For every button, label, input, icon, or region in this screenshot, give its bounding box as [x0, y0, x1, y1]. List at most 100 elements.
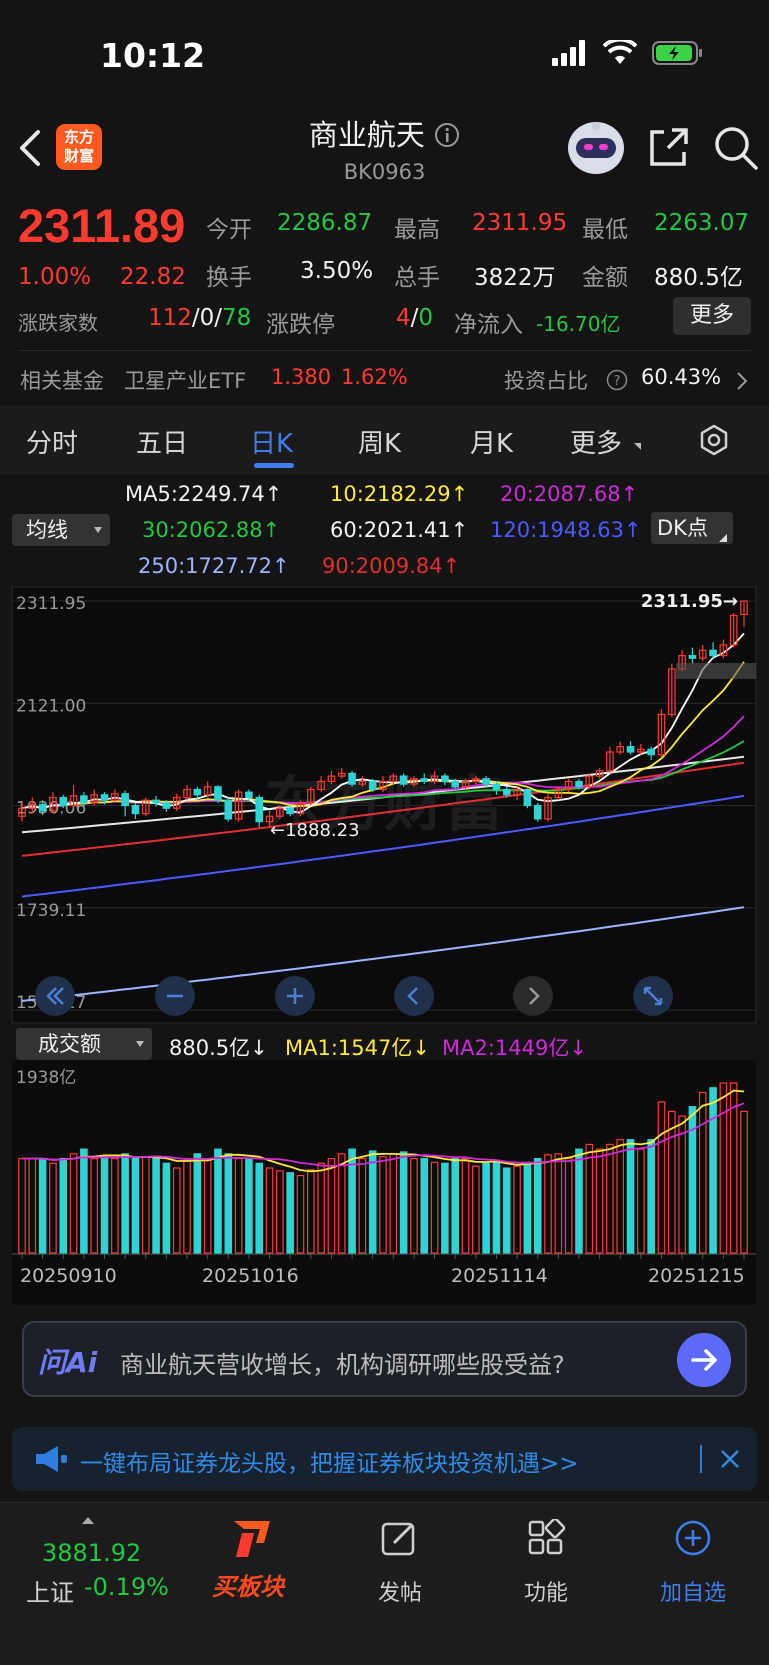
- step-back-icon[interactable]: [393, 975, 435, 1017]
- fund-price: 1.380: [271, 365, 332, 389]
- candle-body: [59, 796, 68, 807]
- volume-bar: [482, 1162, 490, 1254]
- grid-icon: [528, 1519, 565, 1555]
- volume-indicator-dropdown[interactable]: 成交额: [16, 1028, 152, 1060]
- candle-body: [441, 775, 449, 783]
- nav-add-label: 加自选: [659, 1581, 726, 1606]
- buy-sector-button[interactable]: 买板块: [190, 1515, 310, 1625]
- triangle-up-icon: [82, 1517, 94, 1524]
- low-label: 最低: [582, 217, 628, 243]
- nav-post[interactable]: 发帖: [340, 1522, 460, 1607]
- tab-intraday[interactable]: 分时: [26, 423, 78, 460]
- high-label: 最高: [394, 217, 440, 243]
- promo-banner[interactable]: 一键布局证券龙头股，把握证券板块投资机遇>>: [12, 1427, 757, 1491]
- tab-more[interactable]: 更多: [570, 423, 622, 460]
- candle-body: [647, 748, 655, 756]
- fund-pct: 1.62%: [341, 365, 408, 389]
- close-icon[interactable]: [720, 1449, 740, 1469]
- search-icon[interactable]: [714, 126, 758, 170]
- ma-dropdown[interactable]: 均线: [12, 514, 110, 546]
- tab-weekly-k[interactable]: 周K: [358, 423, 401, 460]
- candle-body: [502, 788, 511, 796]
- candle-body: [193, 788, 202, 796]
- chevron-right-icon: [737, 372, 748, 390]
- candle-body: [492, 783, 501, 791]
- signal-icon: [552, 40, 588, 66]
- index-widget[interactable]: 3881.92 上证 -0.19%: [14, 1513, 184, 1623]
- current-price: 2311.89: [18, 199, 186, 252]
- period-tabs: 分时 五日 日K 周K 月K 更多: [0, 405, 769, 475]
- nav-add-watchlist[interactable]: 加自选: [633, 1520, 753, 1607]
- candle-body: [533, 804, 542, 820]
- candle-body: [523, 788, 532, 807]
- ma250-value: 250:1727.72↑: [138, 554, 290, 578]
- volume-bar: [492, 1159, 501, 1254]
- volume-bar: [399, 1151, 408, 1254]
- turnover-value: 3.50%: [300, 258, 374, 284]
- robot-avatar[interactable]: [566, 118, 626, 176]
- tab-monthly-k[interactable]: 月K: [470, 423, 513, 460]
- nav-functions-label: 功能: [523, 1581, 568, 1606]
- settings-icon[interactable]: [697, 423, 731, 457]
- change-value: 22.82: [120, 264, 186, 290]
- fund-name: 卫星产业ETF: [124, 369, 247, 393]
- amount-label: 金额: [582, 265, 628, 291]
- bottom-nav: 3881.92 上证 -0.19% 买板块 发帖 功能 加自选: [0, 1502, 769, 1665]
- related-fund-row[interactable]: 相关基金 卫星产业ETF 1.380 1.62% 投资占比 ? 60.43%: [0, 355, 769, 403]
- zoom-out-icon[interactable]: [154, 975, 196, 1017]
- nav-post-label: 发帖: [377, 1581, 422, 1606]
- ratio-label: 投资占比: [504, 369, 588, 393]
- candle-body: [131, 804, 140, 815]
- chart-controls: [0, 975, 769, 1017]
- more-button[interactable]: 更多: [673, 297, 751, 335]
- volume-bar: [523, 1161, 532, 1254]
- y-axis-label: 1739.11: [16, 901, 86, 921]
- ai-question-bar[interactable]: 问Ai 商业航天营收增长，机构调研哪些股受益?: [22, 1321, 747, 1397]
- page-title: 商业航天: [308, 118, 425, 152]
- nav-functions[interactable]: 功能: [486, 1519, 606, 1607]
- zoom-in-icon[interactable]: [274, 975, 316, 1017]
- step-forward-icon[interactable]: [512, 975, 554, 1017]
- x-axis-date: 20250910: [20, 1265, 117, 1287]
- volume-bar: [224, 1153, 233, 1254]
- volume-bar: [100, 1156, 109, 1254]
- volume-chart[interactable]: 1938亿 20250910 20251016 20251114 20251215: [0, 1060, 769, 1305]
- promo-text: 一键布局证券龙头股，把握证券板块投资机遇>>: [80, 1451, 579, 1477]
- volume-bar: [245, 1157, 253, 1254]
- help-icon[interactable]: ?: [606, 369, 628, 391]
- tab-five-day[interactable]: 五日: [136, 423, 188, 460]
- index-name: 上证: [26, 1579, 74, 1607]
- megaphone-icon: [36, 1446, 67, 1472]
- volume-bar: [38, 1157, 47, 1254]
- high-marker: 2311.95→: [641, 591, 738, 612]
- netflow-value: -16.70亿: [536, 312, 621, 336]
- volume-bar: [647, 1139, 655, 1254]
- buy-sector-icon: [234, 1521, 270, 1557]
- amount-value: 880.5亿: [654, 265, 743, 291]
- volume-bar: [451, 1157, 459, 1254]
- fast-back-icon[interactable]: [34, 975, 76, 1017]
- candle-body: [286, 807, 294, 815]
- volume-ma1: MA1:1547亿↓: [285, 1036, 430, 1060]
- fund-label: 相关基金: [20, 369, 104, 393]
- index-value: 3881.92: [42, 1539, 142, 1567]
- dk-point-button[interactable]: DK点: [651, 512, 733, 544]
- candle-body: [100, 794, 109, 801]
- candle-body: [482, 778, 490, 785]
- tab-daily-k[interactable]: 日K: [250, 423, 293, 460]
- volume-bar: [575, 1148, 583, 1254]
- y-axis-label: 2121.00: [16, 696, 86, 716]
- ai-send-button[interactable]: [677, 1333, 731, 1387]
- candle-body: [121, 793, 129, 807]
- info-icon[interactable]: [434, 122, 460, 148]
- kline-chart[interactable]: 2311.952121.001930.061739.111548.17东方财富2…: [0, 585, 769, 1025]
- updown-counts: 112/0/78: [148, 305, 252, 331]
- volume-bar: [80, 1148, 88, 1254]
- candle-body: [348, 772, 356, 785]
- share-icon[interactable]: [648, 126, 690, 168]
- volume-bar: [214, 1148, 222, 1254]
- fullscreen-icon[interactable]: [632, 975, 674, 1017]
- battery-icon: [652, 41, 702, 65]
- volume-label: 总手: [394, 265, 440, 291]
- candle-body: [420, 778, 429, 783]
